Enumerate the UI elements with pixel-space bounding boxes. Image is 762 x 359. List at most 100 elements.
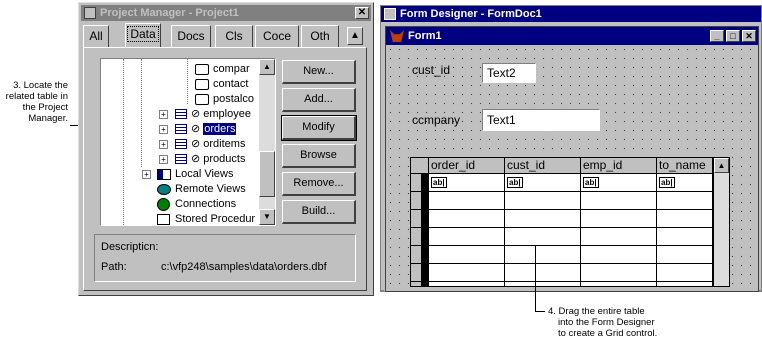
text1-textbox[interactable]: Text1	[482, 109, 600, 131]
grid-column-header[interactable]: emp_id	[581, 158, 657, 174]
description-panel: Descripticn: Path: c:\vfp248\samples\dat…	[94, 234, 356, 282]
tree-item-label: Remote Views	[175, 183, 246, 195]
button-label: Add...	[304, 93, 333, 105]
tree-item-label: orditems	[203, 138, 246, 150]
tree-item-connections[interactable]: Connections	[157, 197, 236, 212]
tab-data[interactable]: Data	[125, 23, 161, 47]
textbox-control-icon: ab|	[583, 177, 599, 188]
tab-docs[interactable]: Docs	[171, 25, 211, 47]
form-designer-titlebar[interactable]: Form Designer - FormDoc1	[381, 6, 761, 22]
tree-item-compar[interactable]: compar	[195, 62, 250, 77]
column-header-label: cust_id	[507, 158, 546, 172]
callout-drag-table: 4. Drag the entire table into the Form D…	[548, 306, 688, 339]
tree-item-orditems[interactable]: ⊘ orditems	[175, 137, 245, 152]
grid-column-header[interactable]: to_name	[657, 158, 713, 174]
form-designer-window: Form Designer - FormDoc1 Form1 _ □ ✕ cus…	[380, 5, 762, 292]
grid-column-header[interactable]: order_id	[429, 158, 505, 174]
data-tree-view[interactable]: compar contact postalco + ⊘ employee + ⊘…	[100, 58, 276, 226]
expand-plus-icon[interactable]: +	[142, 170, 151, 179]
browse-button[interactable]: Browse	[282, 144, 356, 168]
table-icon	[175, 139, 187, 150]
column-header-label: to_name	[659, 158, 706, 172]
tree-item-products[interactable]: ⊘ products	[175, 152, 245, 167]
tab-scroll-button[interactable]: ▲	[347, 27, 363, 45]
project-manager-app-icon	[84, 7, 96, 19]
dbf-icon	[195, 78, 209, 90]
scroll-down-icon[interactable]: ▼	[259, 209, 275, 225]
tab-label: Data	[127, 26, 159, 42]
text2-textbox[interactable]: Text2	[482, 63, 536, 83]
close-button[interactable]: ✕	[355, 7, 369, 19]
tree-item-orders[interactable]: ⊘ orders	[175, 122, 237, 137]
callout-line: 3. Locate the	[13, 80, 68, 91]
table-icon	[175, 109, 187, 120]
form1-window[interactable]: Form1 _ □ ✕ cust_id Text2 ccmpany Text1 …	[385, 26, 759, 292]
remove-button[interactable]: Remove...	[282, 172, 356, 196]
cust-id-label[interactable]: cust_id	[412, 63, 450, 77]
tree-item-label: compar	[213, 63, 250, 75]
expand-plus-icon[interactable]: +	[159, 140, 168, 149]
tree-item-contact[interactable]: contact	[195, 77, 248, 92]
proc-icon	[157, 213, 170, 225]
maximize-button[interactable]: □	[726, 30, 740, 42]
tab-label: Oth	[310, 29, 330, 43]
excluded-icon: ⊘	[191, 138, 201, 150]
close-button[interactable]: ✕	[742, 30, 756, 42]
tree-scrollbar[interactable]: ▲ ▼	[259, 59, 275, 225]
column-divider	[580, 174, 581, 286]
company-label[interactable]: ccmpany	[412, 113, 460, 127]
tree-item-remote-views[interactable]: Remote Views	[157, 182, 246, 197]
tree-item-employee[interactable]: ⊘ employee	[175, 107, 251, 122]
table-icon	[175, 154, 187, 165]
tree-item-label: contact	[213, 78, 249, 90]
column-header-label: order_id	[431, 158, 476, 172]
grid-column-header[interactable]: cust_id	[505, 158, 581, 174]
tree-item-label-selected: orders	[203, 123, 237, 135]
description-label: Descripticn:	[101, 241, 159, 253]
current-record-marker	[421, 174, 428, 286]
form-canvas[interactable]: cust_id Text2 ccmpany Text1 order_id cus…	[386, 45, 758, 291]
tab-label: Coce	[262, 29, 291, 43]
button-label: New...	[303, 65, 334, 77]
tree-item-local-views[interactable]: Local Views	[157, 167, 234, 182]
path-value: c:\vfp248\samples\data\orders.dbf	[161, 261, 327, 273]
scroll-thumb[interactable]	[259, 151, 275, 197]
tab-code[interactable]: Coce	[255, 25, 299, 47]
tab-label: Cls	[225, 29, 243, 43]
expand-plus-icon[interactable]: +	[159, 155, 168, 164]
fox-icon	[390, 30, 404, 42]
form1-titlebar[interactable]: Form1 _ □ ✕	[386, 27, 758, 45]
dbf-icon	[195, 93, 209, 105]
tree-item-label: Stored Procedur	[175, 213, 256, 225]
tab-label: Docs	[177, 29, 205, 43]
expand-plus-icon[interactable]: +	[159, 110, 168, 119]
tree-item-postalco[interactable]: postalco	[195, 92, 254, 107]
new-button[interactable]: New...	[282, 60, 356, 84]
connection-icon	[157, 197, 170, 211]
build-button[interactable]: Build...	[282, 200, 356, 224]
modify-button[interactable]: Modify	[281, 115, 357, 141]
form-designer-app-icon	[384, 8, 396, 20]
callout-line: to create a Grid control.	[558, 328, 658, 339]
project-manager-titlebar[interactable]: Project Manager - Project1 ✕	[81, 5, 371, 21]
button-label: Build...	[301, 205, 336, 217]
minimize-button[interactable]: _	[710, 30, 724, 42]
form-designer-title: Form Designer - FormDoc1	[400, 8, 542, 20]
designer-workspace: Form1 _ □ ✕ cust_id Text2 ccmpany Text1 …	[381, 22, 761, 292]
form1-title: Form1	[408, 30, 442, 42]
tab-other[interactable]: Oth	[301, 25, 339, 47]
record-selector-column	[411, 174, 429, 286]
grid-control[interactable]: order_id cust_id emp_id to_name ab| ab| …	[410, 157, 730, 287]
column-header-label: emp_id	[583, 158, 623, 172]
textbox-value: Text1	[487, 113, 516, 127]
tab-all[interactable]: All	[83, 25, 109, 47]
column-divider	[656, 174, 657, 286]
grid-data-area[interactable]: ab| ab| ab| ab|	[429, 174, 713, 286]
scroll-up-icon[interactable]: ▲	[259, 59, 275, 75]
tree-item-stored-procedures[interactable]: Stored Procedur	[157, 212, 256, 225]
grid-scrollbar[interactable]: ▲	[713, 158, 729, 286]
expand-plus-icon[interactable]: +	[159, 125, 168, 134]
tab-classes[interactable]: Cls	[215, 25, 253, 47]
add-button[interactable]: Add...	[282, 88, 356, 112]
scroll-up-icon[interactable]: ▲	[714, 158, 729, 173]
